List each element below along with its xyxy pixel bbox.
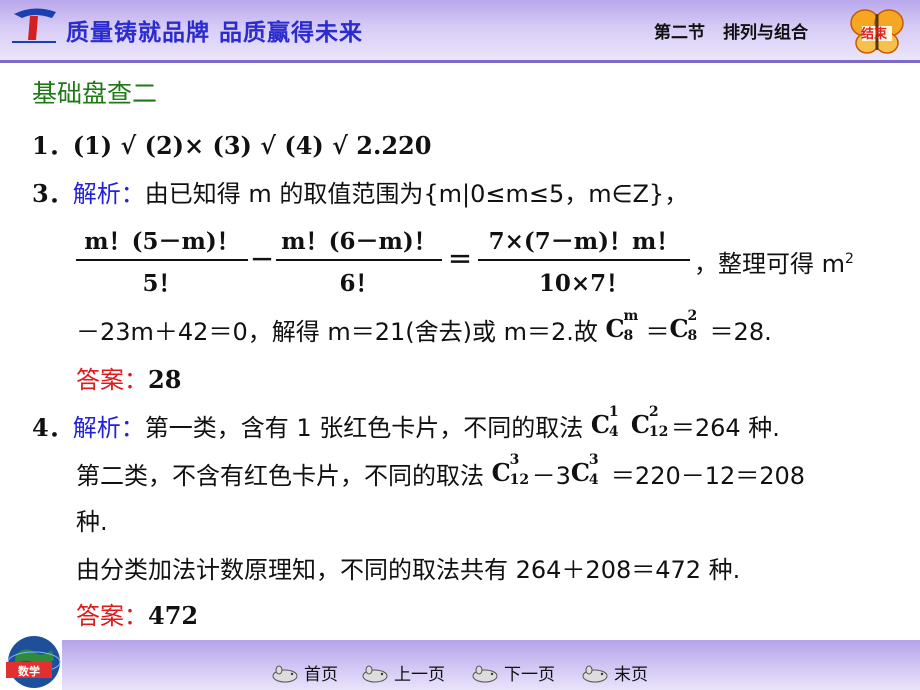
q3-tail: ，整理可得 m2	[694, 244, 854, 279]
nav-first-label: 首页	[304, 665, 338, 685]
fraction-3-bar	[478, 259, 690, 261]
q4-number: 4．	[32, 413, 73, 442]
section-number: 第二节	[654, 23, 705, 43]
q3-line1: 3．解析：由已知得 m 的取值范围为{m|0≤m≤5，m∈Z}，	[32, 174, 688, 209]
comb-sub: 8	[687, 328, 698, 344]
rabbit-icon	[472, 665, 498, 683]
q3-analysis-label: 解析：	[72, 180, 145, 208]
q1-line: 1．(1) √ (2)× (3) √ (4) √ 2.220	[32, 126, 431, 161]
q4-line2: 第二类，不含有红色卡片，不同的取法 C 3 12 －3 C 3 4 ＝220－12＝208	[76, 452, 806, 491]
rabbit-icon	[362, 665, 388, 683]
q4-text-2a: 第二类，不含有红色卡片，不同的取法	[76, 462, 492, 490]
comb-sub: 4	[608, 424, 619, 440]
q3-text-3a: －23m＋42＝0，解得 m＝21(舍去)或 m＝2.故	[76, 318, 606, 346]
fraction-2-bar	[276, 259, 442, 261]
q3-line3: －23m＋42＝0，解得 m＝21(舍去)或 m＝2.故 Cm 8 ＝ C 2 8 ＝28.	[76, 308, 772, 347]
q4-answer: 答案：472	[76, 596, 198, 631]
q4-line4: 由分类加法计数原理知，不同的取法共有 264＋208＝472 种.	[76, 556, 741, 584]
logo-text: 数学	[18, 664, 40, 678]
q4-answer-label: 答案：	[76, 602, 148, 630]
q3-text-3c: ＝28.	[709, 318, 772, 346]
q4-text-1a: 第一类，含有 1 张红色卡片，不同的取法	[144, 414, 591, 442]
fraction-2-numerator: m！(6－m)！	[281, 228, 437, 255]
q3-equals: ＝	[448, 245, 472, 274]
comb-letter: C	[570, 458, 591, 487]
comb-sup: 3	[588, 452, 599, 468]
q3-answer-label: 答案：	[76, 366, 148, 394]
nav-last-label: 末页	[614, 665, 648, 685]
comb-c82: C2 8	[669, 308, 710, 344]
q4-text-2c: ＝220－12＝208	[610, 462, 806, 490]
nav-next-label: 下一页	[504, 665, 555, 685]
comb-letter: C	[605, 314, 625, 343]
math-globe-logo: 数学	[6, 636, 61, 688]
q3-number: 3．	[32, 179, 73, 208]
q3-answer: 答案：28	[76, 360, 181, 395]
q4-line3: 种.	[76, 508, 108, 536]
comb-c8m: Cm 8	[605, 308, 646, 344]
fraction-3-numerator: 7×(7－m)！m！	[488, 228, 680, 255]
nav-last-page[interactable]: 末页	[580, 660, 648, 685]
rabbit-icon	[582, 665, 608, 683]
comb-sup: 1	[608, 404, 619, 420]
q3-text-3b: ＝	[645, 318, 670, 346]
comb-c41: C1 4	[590, 404, 631, 440]
q3-minus: －	[250, 245, 274, 274]
q3-fraction-3: 7×(7－m)！m！ 10×7！	[478, 222, 690, 298]
q1-number: 1．	[32, 131, 73, 160]
q4-line1: 4．解析：第一类，含有 1 张红色卡片，不同的取法 C 1 4 C 2 12 ＝264 种.	[32, 404, 780, 443]
q3-fraction-1: m！(5－m)！ 5！	[76, 222, 248, 298]
end-button-label: 结束	[861, 27, 888, 42]
end-button[interactable]: 结束	[850, 6, 904, 56]
q3-text-1: 由已知得 m 的取值范围为{m|0≤m≤5，m∈Z}，	[144, 180, 689, 208]
comb-c123: C 3 12	[491, 452, 532, 488]
comb-letter: C	[491, 458, 511, 487]
slogan: 质量铸就品牌 品质赢得未来	[66, 20, 364, 46]
q4-text-2b: －3	[531, 462, 571, 490]
fraction-3-denominator: 10×7！	[538, 270, 630, 297]
brand-logo	[12, 8, 56, 43]
q3-tail-text: ，整理可得 m	[694, 250, 846, 278]
comb-sub: 12	[648, 424, 669, 440]
q4-answer-value: 472	[148, 601, 199, 630]
q1-answers: (1) √ (2)× (3) √ (4) √ 2.220	[72, 131, 432, 160]
comb-letter: C	[590, 410, 610, 439]
slide-content: 基础盘查二 1．(1) √ (2)× (3) √ (4) √ 2.220 3．解…	[0, 62, 920, 630]
comb-sup: 2	[648, 404, 659, 420]
fraction-2-denominator: 6！	[339, 270, 379, 297]
comb-c43: C3 4	[570, 452, 611, 488]
nav-prev-label: 上一页	[394, 665, 445, 685]
section-title: 排列与组合	[723, 23, 808, 43]
fraction-1-numerator: m！(5－m)！	[84, 228, 240, 255]
comb-c122: C 2 12	[630, 404, 671, 440]
comb-sup: m	[623, 308, 639, 324]
comb-sup: 3	[509, 452, 520, 468]
footer-bar: 数学 首页 上一页 下一页 末页	[0, 632, 920, 690]
q3-tail-exponent: 2	[845, 251, 854, 267]
q3-fraction-2: m！(6－m)！ 6！	[276, 222, 442, 298]
nav-next-page[interactable]: 下一页	[470, 660, 555, 685]
slide-title: 基础盘查二	[32, 79, 158, 108]
comb-sup: 2	[687, 308, 698, 324]
comb-sub: 8	[623, 328, 634, 344]
nav-first-page[interactable]: 首页	[270, 660, 338, 685]
header-bar: 质量铸就品牌 品质赢得未来 第二节 排列与组合 结束	[0, 0, 920, 63]
fraction-1-bar	[76, 259, 248, 261]
fraction-1-denominator: 5！	[142, 270, 182, 297]
comb-sub: 4	[588, 472, 599, 488]
nav-prev-page[interactable]: 上一页	[360, 660, 445, 685]
q4-analysis-label: 解析：	[72, 414, 145, 442]
q4-text-1b: ＝264 种.	[670, 414, 780, 442]
rabbit-icon	[272, 665, 298, 683]
comb-letter: C	[630, 410, 650, 439]
comb-sub: 12	[509, 472, 530, 488]
comb-letter: C	[669, 314, 689, 343]
q3-answer-value: 28	[148, 365, 182, 394]
section-heading: 第二节 排列与组合	[654, 18, 808, 43]
